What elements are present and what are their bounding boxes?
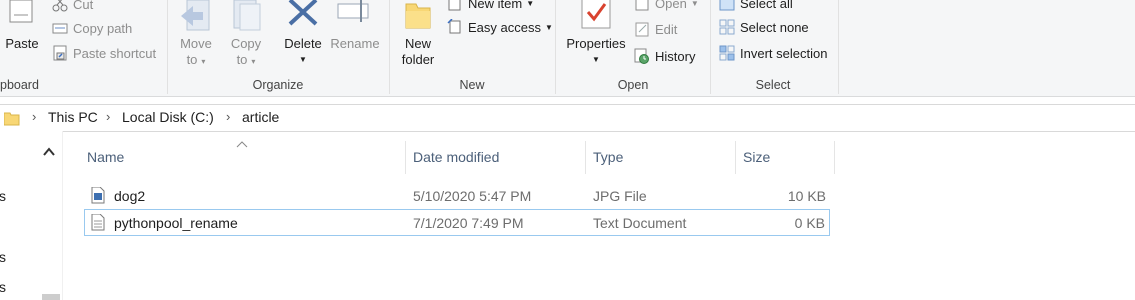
clipboard-icon: [9, 0, 33, 23]
select-all-label: Select all: [740, 0, 793, 11]
file-name: pythonpool_rename: [114, 215, 238, 231]
column-header-name-label: Name: [87, 149, 125, 165]
paste-button[interactable]: Paste: [0, 0, 44, 60]
file-size: 10 KB: [787, 188, 826, 204]
invert-selection-label: Invert selection: [740, 45, 828, 61]
copy-path-label: Copy path: [73, 20, 133, 36]
file-type: Text Document: [593, 215, 687, 231]
paste-shortcut-icon: [52, 45, 68, 61]
nav-item[interactable]: s: [0, 279, 6, 295]
folder-icon: [4, 112, 20, 126]
new-group-label: New: [459, 78, 485, 92]
move-to-button[interactable]: Move to ▾: [176, 0, 216, 70]
select-none-label: Select none: [740, 19, 809, 35]
copy-to-button[interactable]: Copy to ▾: [226, 0, 266, 70]
properties-button[interactable]: Properties ▼: [562, 0, 630, 70]
edit-icon: [634, 21, 650, 37]
properties-dropdown-caret[interactable]: ▼: [562, 52, 630, 68]
properties-icon: [581, 0, 611, 29]
delete-x-icon: [288, 0, 318, 26]
chevron-right-icon[interactable]: ›: [106, 109, 110, 124]
select-all-button[interactable]: Select all: [719, 0, 793, 13]
properties-label: Properties: [566, 36, 626, 51]
cut-button[interactable]: Cut: [52, 0, 93, 14]
file-type: JPG File: [593, 188, 647, 204]
delete-label: Delete: [284, 36, 322, 51]
cut-label: Cut: [73, 0, 94, 12]
move-to-label: Move to ▾: [180, 36, 212, 67]
file-name: dog2: [114, 188, 146, 204]
file-date: 7/1/2020 7:49 PM: [413, 215, 524, 231]
chevron-right-icon[interactable]: ›: [32, 109, 36, 124]
select-group-label: Select: [755, 78, 791, 92]
copy-path-icon: [52, 20, 68, 36]
scrollbar-thumb[interactable]: [42, 294, 60, 300]
column-header-date-modified[interactable]: Date modified: [406, 141, 586, 174]
nav-item[interactable]: s: [0, 188, 6, 204]
select-none-button[interactable]: Select none: [719, 17, 809, 37]
open-button[interactable]: Open ▼: [634, 0, 699, 13]
breadcrumb-local-disk[interactable]: Local Disk (C:): [122, 109, 214, 125]
address-bar[interactable]: › This PC › Local Disk (C:) › article: [0, 104, 1135, 132]
history-button[interactable]: History: [634, 46, 695, 66]
file-date: 5/10/2020 5:47 PM: [413, 188, 532, 204]
delete-dropdown-caret[interactable]: ▼: [280, 52, 326, 68]
folder-icon: [405, 3, 431, 29]
rename-label: Rename: [330, 36, 380, 51]
invert-selection-icon: [719, 45, 735, 61]
easy-access-label: Easy access: [468, 19, 541, 35]
column-header-date-label: Date modified: [413, 149, 500, 165]
column-header-type-label: Type: [593, 149, 624, 165]
file-size: 0 KB: [794, 215, 825, 231]
clipboard-group-label: pboard: [0, 78, 39, 92]
history-icon: [634, 48, 650, 64]
new-folder-button[interactable]: New folder: [396, 0, 440, 70]
ribbon: Paste Cut Copy path Paste shortcut pboar…: [0, 0, 1135, 97]
delete-button[interactable]: Delete ▼: [280, 0, 326, 70]
select-none-icon: [719, 19, 735, 35]
paste-shortcut-label: Paste shortcut: [73, 45, 157, 61]
copy-to-label: Copy to ▾: [230, 36, 262, 67]
new-item-label: New item: [468, 0, 523, 11]
image-file-icon: [91, 187, 105, 204]
nav-item[interactable]: s: [0, 249, 6, 265]
rename-button[interactable]: Rename: [330, 0, 380, 60]
column-header-name[interactable]: Name: [84, 141, 406, 174]
rename-icon: [337, 0, 369, 22]
easy-access-button[interactable]: Easy access ▼: [447, 17, 553, 37]
scroll-up-arrow-icon[interactable]: [42, 145, 56, 159]
edit-button[interactable]: Edit: [634, 19, 677, 39]
new-item-button[interactable]: New item ▼: [447, 0, 534, 13]
breadcrumb-article[interactable]: article: [242, 109, 279, 125]
column-header-size[interactable]: Size: [736, 141, 835, 174]
new-item-icon: [447, 0, 463, 11]
chevron-right-icon[interactable]: ›: [226, 109, 230, 124]
column-header-size-label: Size: [743, 149, 771, 165]
select-all-icon: [719, 0, 735, 11]
breadcrumb-this-pc[interactable]: This PC: [48, 109, 98, 125]
copy-path-button[interactable]: Copy path: [52, 18, 132, 38]
file-row-pythonpool-rename[interactable]: pythonpool_rename 7/1/2020 7:49 PM Text …: [84, 209, 830, 236]
copy-to-icon: [233, 0, 261, 31]
new-folder-label: New folder: [401, 36, 435, 67]
history-label: History: [655, 48, 696, 64]
invert-selection-button[interactable]: Invert selection: [719, 43, 827, 63]
separator: [838, 0, 839, 94]
paste-shortcut-button[interactable]: Paste shortcut: [52, 43, 156, 63]
text-file-icon: [91, 214, 105, 231]
move-to-icon: [181, 0, 210, 31]
open-group-label: Open: [617, 78, 649, 92]
file-row-dog2[interactable]: dog2 5/10/2020 5:47 PM JPG File 10 KB: [84, 184, 830, 208]
easy-access-icon: [447, 18, 463, 35]
open-icon: [634, 0, 650, 11]
column-header-type[interactable]: Type: [586, 141, 736, 174]
organize-group-label: Organize: [252, 78, 304, 92]
paste-label: Paste: [5, 36, 39, 51]
scissors-icon: [52, 0, 68, 12]
open-label: Open: [655, 0, 687, 11]
edit-label: Edit: [655, 21, 678, 37]
